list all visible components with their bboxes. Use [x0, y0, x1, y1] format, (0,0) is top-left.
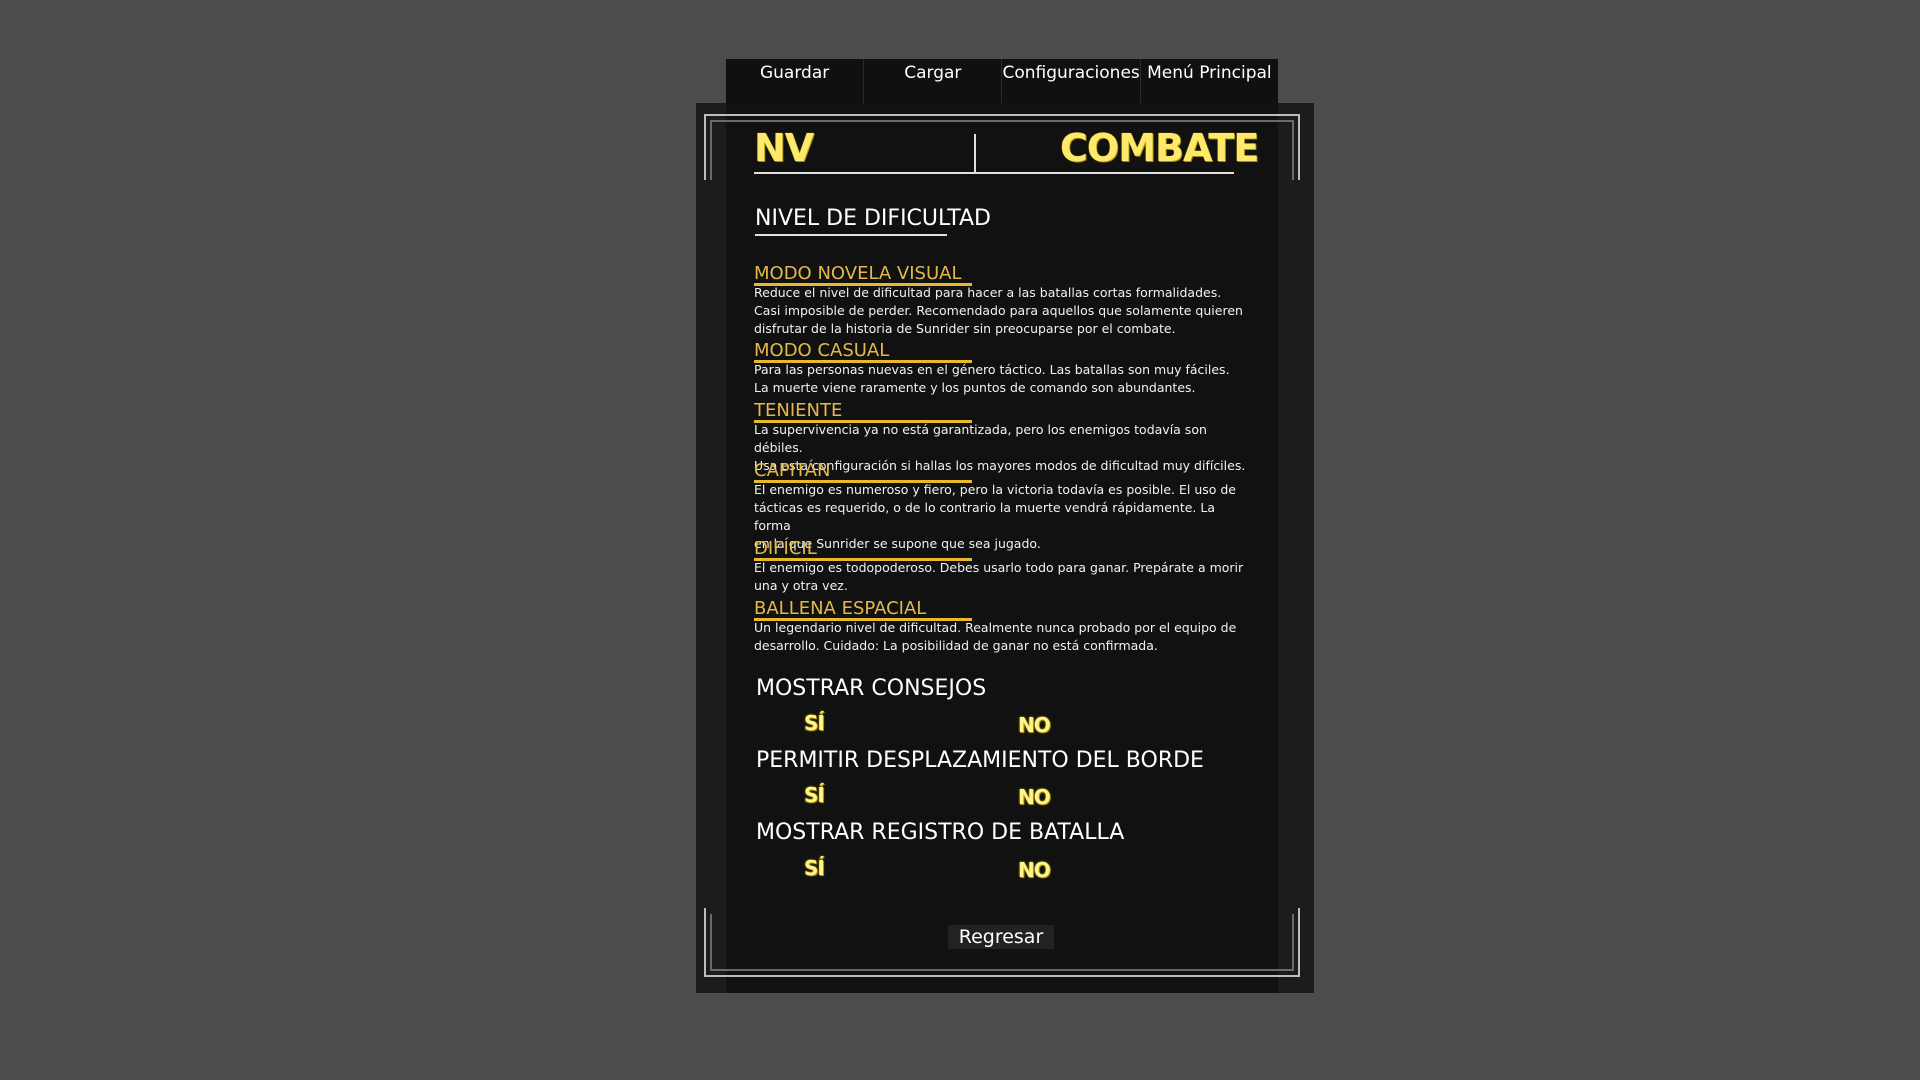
difficulty-mode-visual-novel[interactable]: MODO NOVELA VISUAL Reduce el nivel de di…	[754, 264, 1254, 338]
tab-main-menu[interactable]: Menú Principal	[1141, 59, 1278, 103]
mode-underline	[754, 480, 972, 483]
tab-save[interactable]: Guardar	[726, 59, 865, 103]
battle-log-no[interactable]: NO	[1018, 858, 1051, 882]
mode-description: El enemigo es todopoderoso. Debes usarlo…	[754, 560, 1244, 593]
mode-underline	[754, 283, 972, 286]
mode-underline	[754, 558, 972, 561]
mode-name: CAPITÁN	[754, 460, 831, 481]
mode-name: MODO CASUAL	[754, 340, 890, 361]
edge-scroll-no[interactable]: NO	[1018, 785, 1051, 809]
show-tips-yes[interactable]: SÍ	[804, 711, 825, 735]
top-menu-tabs: Guardar Cargar Configuraciones Menú Prin…	[726, 59, 1278, 103]
edge-scroll-yes[interactable]: SÍ	[804, 783, 825, 807]
difficulty-mode-space-whale[interactable]: BALLENA ESPACIAL Un legendario nivel de …	[754, 599, 1254, 655]
combat-section-title[interactable]: COMBATE	[1060, 126, 1259, 170]
title-underline	[754, 172, 1234, 174]
mode-description: Para las personas nuevas en el género tá…	[754, 362, 1230, 395]
mode-underline	[754, 618, 972, 621]
mode-name: BALLENA ESPACIAL	[754, 598, 927, 619]
edge-scroll-heading: PERMITIR DESPLAZAMIENTO DEL BORDE	[756, 748, 1204, 773]
title-divider	[974, 134, 976, 174]
back-button[interactable]: Regresar	[948, 925, 1054, 949]
mode-underline	[754, 420, 972, 423]
difficulty-heading: NIVEL DE DIFICULTAD	[755, 206, 991, 231]
mode-name: MODO NOVELA VISUAL	[754, 263, 962, 284]
mode-name: TENIENTE	[754, 400, 843, 421]
battle-log-heading: MOSTRAR REGISTRO DE BATALLA	[756, 820, 1125, 845]
nv-section-title[interactable]: NV	[754, 126, 814, 170]
tab-load[interactable]: Cargar	[864, 59, 1003, 103]
tab-settings[interactable]: Configuraciones	[1002, 59, 1141, 103]
difficulty-mode-casual[interactable]: MODO CASUAL Para las personas nuevas en …	[754, 341, 1254, 397]
show-tips-heading: MOSTRAR CONSEJOS	[756, 676, 987, 701]
mode-name: DIFÍCIL	[754, 538, 817, 559]
mode-description: Reduce el nivel de dificultad para hacer…	[754, 285, 1243, 336]
mode-underline	[754, 360, 972, 363]
difficulty-mode-hard[interactable]: DIFÍCIL El enemigo es todopoderoso. Debe…	[754, 539, 1254, 595]
show-tips-no[interactable]: NO	[1018, 713, 1051, 737]
battle-log-yes[interactable]: SÍ	[804, 856, 825, 880]
difficulty-heading-underline	[755, 234, 947, 236]
mode-description: Un legendario nivel de dificultad. Realm…	[754, 620, 1237, 653]
